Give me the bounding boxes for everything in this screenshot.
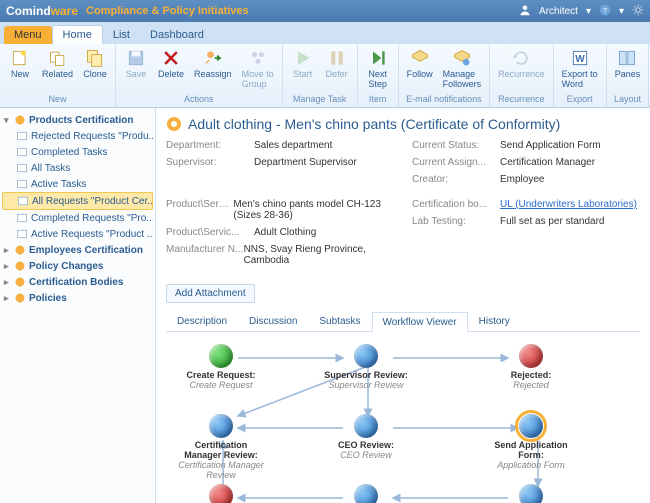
new-button[interactable]: New [4, 46, 36, 93]
wf-node-audit-stage[interactable]: Audit Stage:Audit Stage [321, 484, 411, 503]
tab-home[interactable]: Home [52, 25, 103, 44]
tab-history[interactable]: History [468, 311, 521, 331]
tab-workflow-viewer[interactable]: Workflow Viewer [372, 312, 468, 332]
tree-policy-changes[interactable]: ▸Policy Changes [2, 258, 153, 274]
label-manufacturer: Manufacturer N... [166, 244, 244, 266]
label-department: Department: [166, 140, 254, 151]
group-new: New [4, 93, 111, 105]
tree-rejected-requests[interactable]: Rejected Requests "Produ... [2, 128, 153, 144]
related-button[interactable]: Related [38, 46, 77, 93]
value-product-category: Adult Clothing [254, 227, 316, 238]
save-button[interactable]: Save [120, 46, 152, 93]
help-icon[interactable]: ? [599, 4, 611, 19]
item-icon [166, 116, 182, 132]
tree-all-requests[interactable]: All Requests "Product Cer... [2, 192, 153, 210]
tree-active-tasks[interactable]: Active Tasks [2, 176, 153, 192]
delete-button[interactable]: Delete [154, 46, 188, 93]
wf-node-supervisor-review[interactable]: Supervisor Review:Supervisor Review [321, 344, 411, 390]
user-label[interactable]: Architect [539, 6, 578, 17]
reassign-button[interactable]: Reassign [190, 46, 236, 93]
value-product-service: Men's chino pants model CH-123 (Sizes 28… [233, 199, 394, 221]
tree-policies[interactable]: ▸Policies [2, 290, 153, 306]
add-attachment-button[interactable]: Add Attachment [166, 284, 255, 303]
tab-menu[interactable]: Menu [4, 26, 52, 44]
value-supervisor: Department Supervisor [254, 157, 357, 168]
label-product-service: Product\Servic... [166, 199, 233, 221]
tab-description[interactable]: Description [166, 311, 238, 331]
wf-node-create[interactable]: Create Request:Create Request [176, 344, 266, 390]
tree-active-requests[interactable]: Active Requests "Product ... [2, 226, 153, 242]
group-manage-task: Manage Task [287, 93, 353, 105]
ribbon-tabs: Menu Home List Dashboard [0, 22, 650, 44]
page-title: Adult clothing - Men's chino pants (Cert… [166, 116, 640, 132]
app-name: Compliance & Policy Initiatives [86, 5, 249, 17]
tree-products-certification[interactable]: ▾Products Certification [2, 112, 153, 128]
recurrence-button[interactable]: Recurrence [494, 46, 549, 93]
label-cert-body: Certification bo... [412, 199, 500, 210]
user-icon[interactable] [519, 4, 531, 19]
workflow-canvas: Create Request:Create Request Supervisor… [166, 336, 640, 503]
wf-node-rejected[interactable]: Rejected:Rejected [486, 344, 576, 390]
follow-button[interactable]: Follow [403, 46, 437, 93]
svg-text:?: ? [603, 6, 607, 15]
tab-dashboard[interactable]: Dashboard [140, 26, 214, 44]
main-content: Adult clothing - Men's chino pants (Cert… [156, 108, 650, 503]
chevron-down-icon[interactable]: ▾ [586, 6, 591, 17]
export-word-button[interactable]: WExport to Word [558, 46, 602, 93]
wf-node-certificate-issued[interactable]: Certificate Issued:Certificate Issued [176, 484, 266, 503]
group-layout: Layout [611, 93, 645, 105]
clone-button[interactable]: Clone [79, 46, 111, 93]
tree-all-tasks[interactable]: All Tasks [2, 160, 153, 176]
tree-completed-requests[interactable]: Completed Requests "Pro... [2, 210, 153, 226]
next-step-button[interactable]: Next Step [362, 46, 394, 93]
detail-tabs: Description Discussion Subtasks Workflow… [166, 311, 640, 332]
value-creator: Employee [500, 174, 544, 185]
group-export: Export [558, 93, 602, 105]
tab-list[interactable]: List [103, 26, 140, 44]
start-button[interactable]: Start [287, 46, 319, 93]
wf-node-received-audit-plan[interactable]: Received Audit Plan:Received Audit Plan [486, 484, 576, 503]
tree-employees-certification[interactable]: ▸Employees Certification [2, 242, 153, 258]
tab-subtasks[interactable]: Subtasks [308, 311, 371, 331]
panes-button[interactable]: Panes [611, 46, 645, 93]
label-product-category: Product\Servic... [166, 227, 254, 238]
wf-node-cert-manager-review[interactable]: Certification Manager Review:Certificati… [176, 414, 266, 480]
svg-text:W: W [575, 54, 585, 65]
label-supervisor: Supervisor: [166, 157, 254, 168]
value-manufacturer: NNS, Svay Rieng Province, Cambodia [244, 244, 394, 266]
move-to-group-button[interactable]: Move to Group [238, 46, 278, 93]
tree-certification-bodies[interactable]: ▸Certification Bodies [2, 274, 153, 290]
group-email: E-mail notifications [403, 93, 486, 105]
group-item: Item [362, 93, 394, 105]
tab-discussion[interactable]: Discussion [238, 311, 308, 331]
settings-icon[interactable] [632, 4, 644, 19]
label-lab-testing: Lab Testing: [412, 216, 500, 227]
group-actions: Actions [120, 93, 278, 105]
titlebar: Comindware Compliance & Policy Initiativ… [0, 0, 650, 22]
label-assignee: Current Assign... [412, 157, 500, 168]
defer-button[interactable]: Defer [321, 46, 353, 93]
value-assignee: Certification Manager [500, 157, 595, 168]
label-creator: Creator: [412, 174, 500, 185]
value-status: Send Application Form [500, 140, 601, 151]
value-lab-testing: Full set as per standard [500, 216, 605, 227]
sidebar: ▾Products Certification Rejected Request… [0, 108, 156, 503]
group-recurrence: Recurrence [494, 93, 549, 105]
tree-completed-tasks[interactable]: Completed Tasks [2, 144, 153, 160]
value-cert-body[interactable]: UL (Underwriters Laboratories) [500, 199, 637, 210]
ribbon: New Related Clone New Save Delete Reassi… [0, 44, 650, 108]
chevron-down-icon[interactable]: ▾ [619, 6, 624, 17]
wf-node-send-application[interactable]: Send Application Form:Application Form [486, 414, 576, 470]
manage-followers-button[interactable]: Manage Followers [439, 46, 486, 93]
brand-logo: Comindware [6, 4, 78, 18]
value-department: Sales department [254, 140, 332, 151]
label-status: Current Status: [412, 140, 500, 151]
wf-node-ceo-review[interactable]: CEO Review:CEO Review [321, 414, 411, 460]
